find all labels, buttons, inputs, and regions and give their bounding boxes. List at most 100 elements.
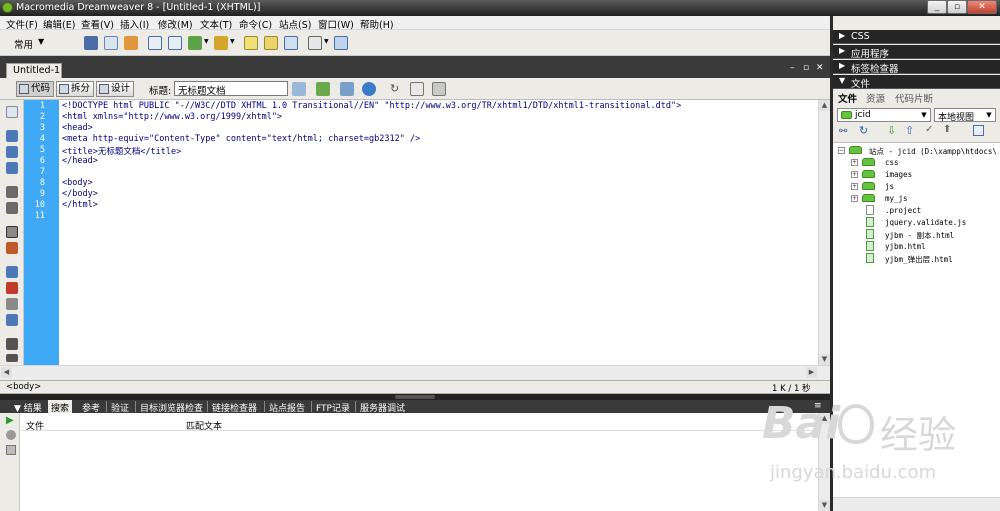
tree-item[interactable]: yjbm - 副本.html [885, 230, 954, 241]
design-view-button[interactable]: 设计 [96, 81, 134, 97]
tab-assets[interactable]: 资源 [866, 91, 885, 105]
connect-icon[interactable]: ⚯ [839, 126, 847, 137]
tree-item[interactable]: yjbm_弹出层.html [885, 254, 953, 265]
tree-item[interactable]: images [885, 170, 912, 179]
close-document-icon[interactable]: ✕ [816, 63, 824, 73]
expand-toggle-icon[interactable]: + [851, 195, 858, 202]
hyperlink-icon[interactable] [84, 36, 98, 50]
collapse-selection-icon[interactable] [6, 146, 18, 158]
scroll-right-arrow[interactable]: ▶ [806, 367, 817, 378]
close-button[interactable]: ✕ [967, 0, 997, 14]
tree-item[interactable]: jquery.validate.js [885, 218, 966, 227]
menu-help[interactable]: 帮助(H) [360, 17, 394, 31]
expand-toggle-icon[interactable]: + [851, 183, 858, 190]
check-out-icon[interactable]: ✓ [925, 124, 933, 135]
template-icon[interactable] [334, 36, 348, 50]
column-matched-text[interactable]: 匹配文本 [186, 419, 222, 432]
tab-search[interactable]: 搜索 [48, 400, 73, 414]
column-file[interactable]: 文件 [26, 419, 44, 432]
outdent-code-icon[interactable] [6, 354, 18, 362]
split-view-button[interactable]: 拆分 [56, 81, 94, 97]
tree-item[interactable]: .project [885, 206, 921, 215]
tree-item[interactable]: yjbm.html [885, 242, 926, 251]
css-panel-header[interactable]: ▶ CSS [833, 30, 1000, 44]
chevron-down-icon[interactable]: ▼ [324, 38, 329, 45]
tag-inspector-panel-header[interactable]: ▶ 标签检查器 [833, 60, 1000, 75]
file-management-icon[interactable] [340, 82, 354, 96]
chevron-down-icon[interactable]: ▼ [38, 37, 44, 46]
chevron-down-icon[interactable]: ▼ [204, 38, 209, 45]
menu-edit[interactable]: 编辑(E) [43, 17, 75, 31]
tab-snippets[interactable]: 代码片断 [895, 91, 933, 105]
editor-horizontal-scrollbar[interactable]: ◀ ▶ [0, 365, 830, 380]
recent-snippets-icon[interactable] [6, 314, 18, 326]
get-files-icon[interactable]: ⇩ [887, 124, 896, 137]
line-numbers-icon[interactable] [6, 226, 18, 238]
menu-commands[interactable]: 命令(C) [239, 17, 272, 31]
play-icon[interactable]: ▶ [6, 415, 14, 426]
expand-toggle-icon[interactable]: + [851, 159, 858, 166]
application-panel-header[interactable]: ▶ 应用程序 [833, 45, 1000, 60]
table-icon[interactable] [148, 36, 162, 50]
code-editor[interactable]: <!DOCTYPE html PUBLIC "-//W3C//DTD XHTML… [59, 100, 827, 365]
scroll-down-arrow[interactable]: ▼ [819, 500, 830, 511]
menu-view[interactable]: 查看(V) [81, 17, 114, 31]
wrap-tag-icon[interactable] [6, 298, 18, 310]
page-title-input[interactable]: 无标题文档 [174, 81, 288, 97]
tab-files[interactable]: 文件 [838, 91, 857, 105]
save-report-icon[interactable] [6, 445, 16, 455]
collapse-toggle-icon[interactable]: − [838, 147, 845, 154]
indent-code-icon[interactable] [6, 338, 18, 350]
editor-vertical-scrollbar[interactable]: ▲ ▼ [818, 100, 830, 365]
file-tree-horizontal-scrollbar[interactable] [833, 497, 1000, 511]
files-panel-header[interactable]: ▼ 文件 [833, 75, 1000, 90]
tag-selector[interactable]: <body> [6, 382, 41, 392]
code-view-button[interactable]: 代码 [16, 81, 54, 97]
tree-item[interactable]: my_js [885, 194, 908, 203]
image-icon[interactable] [188, 36, 202, 50]
server-side-include-icon[interactable] [264, 36, 278, 50]
view-options-icon[interactable] [410, 82, 424, 96]
named-anchor-icon[interactable] [124, 36, 138, 50]
highlight-invalid-code-icon[interactable] [6, 242, 18, 254]
menu-insert[interactable]: 插入(I) [120, 17, 149, 31]
tree-item[interactable]: css [885, 158, 899, 167]
put-files-icon[interactable]: ⇧ [905, 124, 914, 137]
menu-site[interactable]: 站点(S) [279, 17, 311, 31]
scroll-up-arrow[interactable]: ▲ [819, 100, 830, 111]
stop-icon[interactable] [6, 430, 16, 440]
tree-item[interactable]: js [885, 182, 894, 191]
refresh-icon[interactable]: ↻ [390, 82, 399, 95]
scroll-down-arrow[interactable]: ▼ [819, 354, 830, 365]
site-select[interactable]: jcid ▼ [837, 108, 931, 122]
remove-comment-icon[interactable] [6, 282, 18, 294]
refresh-icon[interactable]: ↻ [859, 124, 868, 137]
insert-category-label[interactable]: 常用 [14, 37, 33, 51]
no-browser-check-errors-icon[interactable] [292, 82, 306, 96]
menu-modify[interactable]: 修改(M) [158, 17, 193, 31]
restore-document-icon[interactable]: ▫ [803, 63, 809, 73]
menu-text[interactable]: 文本(T) [200, 17, 232, 31]
media-icon[interactable] [214, 36, 228, 50]
apply-comment-icon[interactable] [6, 266, 18, 278]
validate-markup-icon[interactable] [316, 82, 330, 96]
date-icon[interactable] [244, 36, 258, 50]
balance-braces-icon[interactable] [6, 202, 18, 214]
comment-icon[interactable] [284, 36, 298, 50]
menu-file[interactable]: 文件(F) [6, 17, 38, 31]
maximize-button[interactable]: ▫ [947, 0, 967, 14]
expand-toggle-icon[interactable]: + [851, 171, 858, 178]
document-tab[interactable]: Untitled-1 [6, 63, 62, 78]
select-parent-tag-icon[interactable] [6, 186, 18, 198]
expand-all-icon[interactable] [6, 162, 18, 174]
collapse-full-tag-icon[interactable] [6, 130, 18, 142]
preview-in-browser-icon[interactable] [362, 82, 376, 96]
tree-root-label[interactable]: 站点 - jcid (D:\xampp\htdocs\ [869, 146, 997, 157]
layer-icon[interactable] [168, 36, 182, 50]
scroll-left-arrow[interactable]: ◀ [1, 367, 12, 378]
check-in-icon[interactable]: ⬆ [943, 124, 951, 135]
expand-site-icon[interactable] [973, 125, 984, 136]
open-documents-icon[interactable] [6, 106, 18, 118]
minimize-button[interactable]: _ [927, 0, 947, 14]
splitter-handle[interactable] [395, 395, 435, 399]
